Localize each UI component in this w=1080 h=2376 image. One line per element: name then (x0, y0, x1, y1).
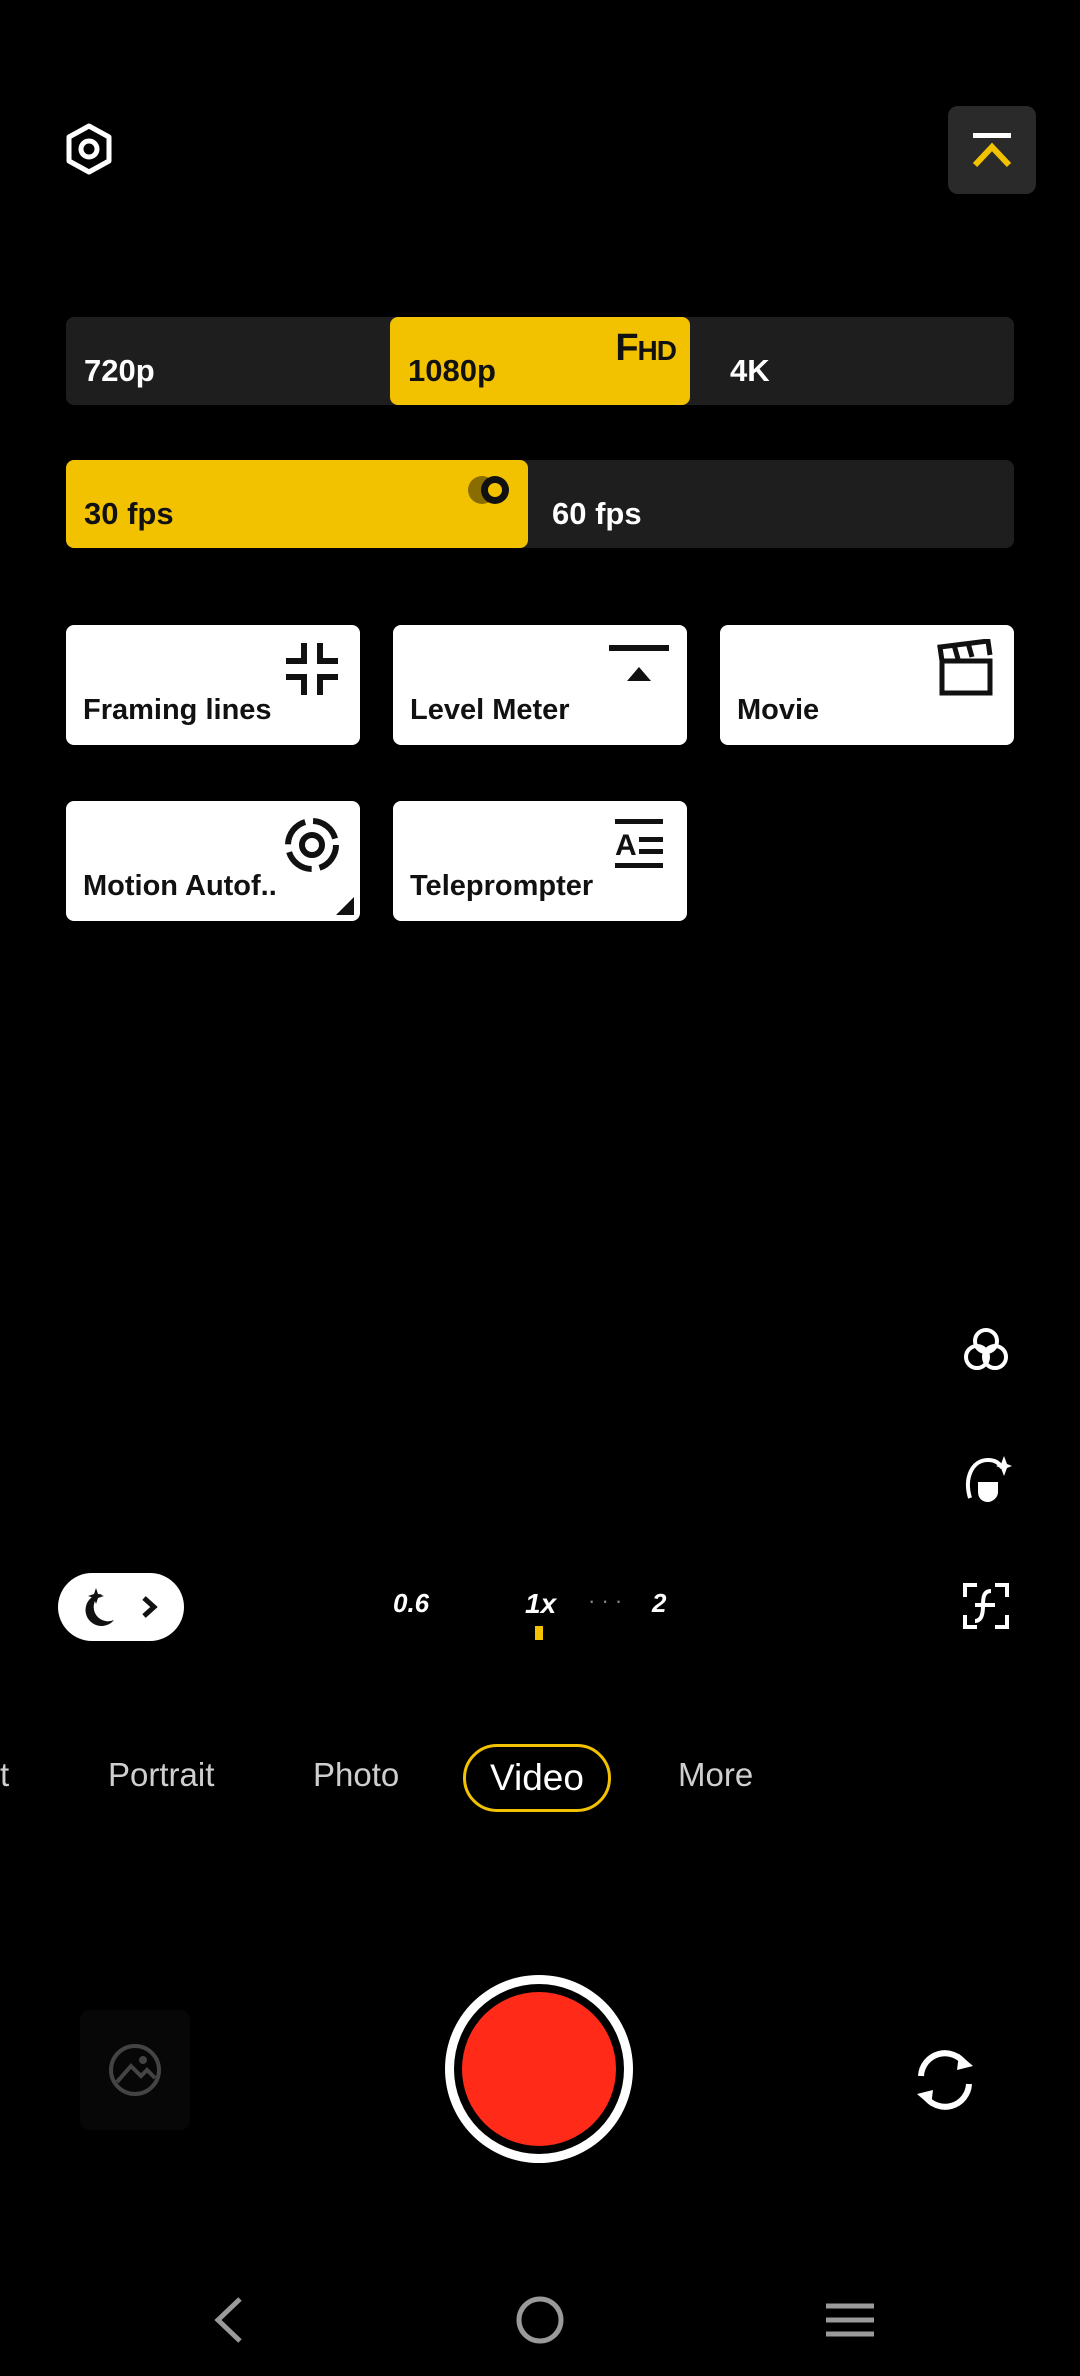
mode-portrait[interactable]: Portrait (108, 1756, 214, 1794)
level-meter-icon (609, 645, 669, 681)
mode-video[interactable]: Video (463, 1744, 611, 1812)
framing-lines-tile[interactable]: Framing lines (66, 625, 360, 745)
chevron-right-icon (142, 1596, 158, 1618)
moon-sparkle-icon (85, 1588, 114, 1626)
zoom-indicator (535, 1626, 543, 1640)
motion-autofocus-tile[interactable]: Motion Autof.. (66, 801, 360, 921)
gallery-button[interactable] (80, 2010, 190, 2130)
resolution-1080p-label: 1080p (408, 353, 496, 388)
fhd-badge-small: HD (637, 335, 677, 366)
zoom-2[interactable]: 2 (652, 1588, 666, 1619)
aperture-button[interactable] (956, 1576, 1016, 1636)
nav-home-button[interactable] (500, 2280, 580, 2360)
framing-lines-icon (286, 643, 338, 695)
resolution-1080p[interactable]: 1080p FHD (390, 317, 690, 405)
zoom-dots: · · · (588, 1588, 623, 1613)
zoom-0.6[interactable]: 0.6 (393, 1588, 429, 1619)
framerate-60fps[interactable]: 60 fps (528, 460, 1014, 548)
record-button[interactable] (445, 1975, 633, 2163)
home-circle-icon (516, 2296, 564, 2344)
framerate-30fps-label: 30 fps (84, 496, 174, 531)
zoom-1x[interactable]: 1x (525, 1588, 556, 1620)
beauty-face-icon (966, 1456, 1012, 1502)
motion-autofocus-label: Motion Autof.. (83, 870, 277, 902)
aperture-frame-icon (963, 1583, 1009, 1629)
teleprompter-icon: A (615, 819, 663, 868)
framing-lines-label: Framing lines (83, 694, 272, 726)
level-meter-label: Level Meter (410, 694, 570, 726)
svg-text:A: A (615, 829, 637, 862)
record-button-ring (454, 1984, 624, 2154)
motion-autofocus-icon (285, 818, 339, 872)
beauty-button[interactable] (956, 1448, 1016, 1508)
color-filter-icon (964, 1328, 1008, 1370)
camera-screen: 720p 1080p FHD 4K 30 fps 60 fps Framing … (0, 0, 1080, 2376)
resolution-selector: 720p 1080p FHD 4K (66, 317, 1014, 405)
framerate-60fps-label: 60 fps (552, 496, 642, 531)
collapse-up-icon (972, 133, 1012, 168)
fhd-badge-main: F (615, 327, 638, 369)
record-button-core (462, 1992, 616, 2146)
clapperboard-icon (937, 639, 993, 696)
nav-back-button[interactable] (188, 2280, 268, 2360)
resolution-720p-label: 720p (84, 353, 155, 388)
resolution-4k-label: 4K (730, 353, 770, 388)
nav-menu-button[interactable] (810, 2280, 890, 2360)
expand-corner-icon (336, 897, 354, 915)
framerate-selector: 30 fps 60 fps (66, 460, 1014, 548)
movie-tile[interactable]: Movie (720, 625, 1014, 745)
smooth-frames-icon (468, 476, 509, 504)
night-mode-toggle[interactable] (58, 1573, 184, 1641)
movie-label: Movie (737, 694, 820, 726)
back-chevron-icon (214, 2297, 242, 2343)
resolution-4k[interactable]: 4K (690, 317, 1014, 405)
mode-partial[interactable]: t (0, 1756, 9, 1794)
mode-more[interactable]: More (678, 1756, 753, 1794)
fhd-badge: FHD (615, 327, 677, 370)
collapse-panel-button[interactable] (948, 106, 1036, 194)
teleprompter-label: Teleprompter (410, 870, 594, 902)
settings-button[interactable] (58, 118, 120, 180)
teleprompter-tile[interactable]: A Teleprompter (393, 801, 687, 921)
flip-camera-icon (917, 2050, 973, 2110)
filter-button[interactable] (956, 1320, 1016, 1380)
resolution-720p[interactable]: 720p (66, 317, 390, 405)
framerate-30fps[interactable]: 30 fps (66, 460, 528, 548)
flip-camera-button[interactable] (900, 2035, 990, 2125)
level-meter-tile[interactable]: Level Meter (393, 625, 687, 745)
settings-hexagon-icon (66, 123, 112, 175)
gallery-thumbnail-icon (109, 2044, 161, 2096)
menu-lines-icon (826, 2303, 874, 2337)
mode-photo[interactable]: Photo (313, 1756, 399, 1794)
